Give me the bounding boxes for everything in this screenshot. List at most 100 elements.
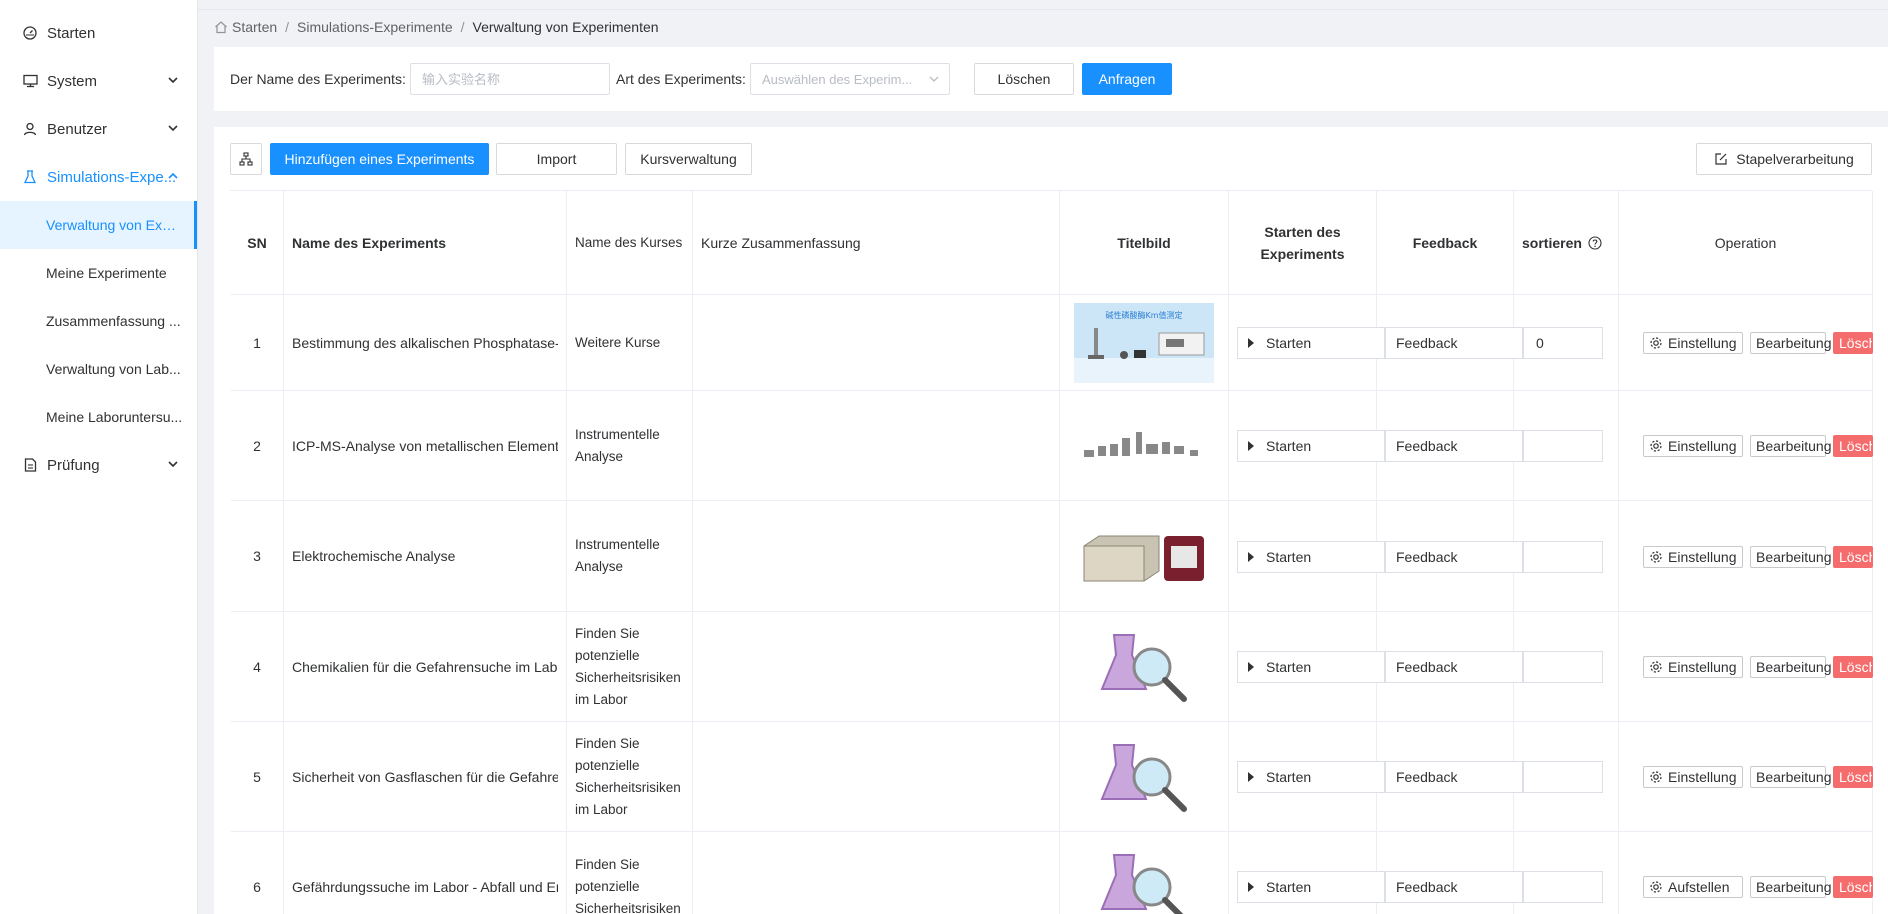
table-row: 6 Gefährdungssuche im Labor - Abfall und … [231,832,1873,914]
experiment-name[interactable]: Gefährdungssuche im Labor - Abfall und E… [292,879,558,895]
settings-button[interactable]: Einstellung [1643,766,1743,788]
experiments-table: SN Name des Experiments Name des Kurses … [230,190,1873,914]
cell-course: Instrumentelle Analyse [567,501,693,611]
start-experiment-button[interactable]: Starten [1237,651,1385,683]
start-experiment-button[interactable]: Starten [1237,871,1385,903]
cell-cover [1060,832,1229,914]
sort-input[interactable] [1523,871,1603,903]
edit-button[interactable]: Bearbeitung [1750,435,1832,457]
app-root: Starten System Benutzer Simulations-Expe… [0,0,1888,914]
edit-button[interactable]: Bearbeitung [1750,546,1832,568]
sidebar-subitem-my-experiments[interactable]: Meine Experimente [0,249,197,297]
cell-sn: 5 [231,722,284,831]
feedback-button[interactable]: Feedback [1385,651,1523,683]
start-experiment-button[interactable]: Starten [1237,761,1385,793]
feedback-button[interactable]: Feedback [1385,327,1523,359]
delete-button[interactable]: Löschen [1833,546,1873,568]
help-icon[interactable] [1588,235,1602,250]
edit-button[interactable]: Bearbeitung [1750,332,1832,354]
sort-input[interactable] [1523,761,1603,793]
edit-label: Bearbeitung [1756,879,1832,895]
import-button[interactable]: Import [496,143,617,175]
cell-name: Gefährdungssuche im Labor - Abfall und E… [284,832,567,914]
start-experiment-button[interactable]: Starten [1237,541,1385,573]
experiment-name[interactable]: Chemikalien für die Gefahrensuche im Lab… [292,659,558,675]
settings-button[interactable]: Einstellung [1643,546,1743,568]
table-row: 1 Bestimmung des alkalischen Phosphatase-… [231,295,1873,391]
settings-button[interactable]: Einstellung [1643,332,1743,354]
cover-image [1074,846,1214,914]
feedback-label: Feedback [1396,659,1458,675]
table-row: 3 Elektrochemische Analyse Instrumentelle … [231,501,1873,612]
start-experiment-button[interactable]: Starten [1237,430,1385,462]
sidebar-subitem-summary[interactable]: Zusammenfassung ... [0,297,197,345]
start-label: Starten [1266,659,1312,675]
delete-button[interactable]: Löschen [1833,766,1873,788]
sidebar-item-system[interactable]: System [0,57,197,105]
delete-button[interactable]: Löschen [1833,435,1873,457]
course-management-button[interactable]: Kursverwaltung [625,143,752,175]
edit-button[interactable]: Bearbeitung [1750,656,1832,678]
settings-button[interactable]: Aufstellen [1643,876,1743,898]
sidebar-item-starten[interactable]: Starten [0,9,197,57]
delete-button[interactable]: Löschen [1833,332,1873,354]
sidebar-item-benutzer[interactable]: Benutzer [0,105,197,153]
sidebar-subitem-experiment-management[interactable]: Verwaltung von Exp... [0,201,197,249]
cell-sn: 3 [231,501,284,611]
feedback-button[interactable]: Feedback [1385,871,1523,903]
table-row: 4 Chemikalien für die Gefahrensuche im La… [231,612,1873,722]
header-sort: sortieren [1514,191,1619,294]
user-icon [22,121,38,137]
settings-button[interactable]: Einstellung [1643,435,1743,457]
sort-input[interactable]: 0 [1523,327,1603,359]
sidebar-item-pruefung[interactable]: Prüfung [0,441,197,489]
query-button[interactable]: Anfragen [1082,63,1172,95]
cell-summary [693,722,1060,831]
delete-button[interactable]: Löschen [1833,876,1873,898]
start-label: Starten [1266,438,1312,454]
experiment-name[interactable]: Elektrochemische Analyse [292,548,455,564]
add-experiment-button[interactable]: Hinzufügen eines Experiments [270,143,489,175]
batch-processing-button[interactable]: Stapelverarbeitung [1696,143,1872,175]
chevron-down-icon [168,125,178,132]
course-name: Finden Sie potenzielle Sicherheitsrisike… [575,856,681,914]
delete-button[interactable]: Löschen [1833,656,1873,678]
experiment-name[interactable]: Bestimmung des alkalischen Phosphatase-K [292,335,558,351]
sidebar-subitem-lab-management[interactable]: Verwaltung von Lab... [0,345,197,393]
play-icon [1248,882,1254,892]
experiment-name[interactable]: Sicherheit von Gasflaschen für die Gefah… [292,769,558,785]
feedback-button[interactable]: Feedback [1385,761,1523,793]
experiment-name-input[interactable] [410,63,610,95]
sort-input[interactable] [1523,430,1603,462]
edit-button[interactable]: Bearbeitung [1750,766,1832,788]
sort-input[interactable] [1523,651,1603,683]
feedback-button[interactable]: Feedback [1385,430,1523,462]
start-experiment-button[interactable]: Starten [1237,327,1385,359]
gear-icon [1650,661,1662,673]
start-label: Starten [1266,769,1312,785]
feedback-button[interactable]: Feedback [1385,541,1523,573]
edit-button[interactable]: Bearbeitung [1750,876,1832,898]
experiment-type-select[interactable]: Auswählen des Experim... [750,63,950,95]
breadcrumb-simulations[interactable]: Simulations-Experimente [297,19,453,35]
settings-button[interactable]: Einstellung [1643,656,1743,678]
sidebar-subitem-my-lab-tests[interactable]: Meine Laboruntersu... [0,393,197,441]
header-sn: SN [231,191,284,294]
edit-label: Bearbeitung [1756,659,1832,675]
course-name: Weitere Kurse [575,334,661,350]
sort-input[interactable] [1523,541,1603,573]
breadcrumb-home[interactable]: Starten [232,19,277,35]
delete-label: Löschen [1839,659,1872,675]
cell-course: Weitere Kurse [567,295,693,390]
reset-button[interactable]: Löschen [974,63,1074,95]
play-icon [1248,772,1254,782]
experiment-name[interactable]: ICP-MS-Analyse von metallischen Elemente [292,438,558,454]
sidebar-item-label: Prüfung [47,456,100,474]
experiment-type-label: Art des Experiments: [616,71,746,87]
gear-icon [1650,881,1662,893]
cell-summary [693,391,1060,500]
header-course: Name des Kurses [567,191,693,294]
sidebar-item-simulations[interactable]: Simulations-Expe... [0,153,197,201]
tree-view-button[interactable] [230,143,262,175]
course-name: Finden Sie potenzielle Sicherheitsrisike… [575,625,681,707]
